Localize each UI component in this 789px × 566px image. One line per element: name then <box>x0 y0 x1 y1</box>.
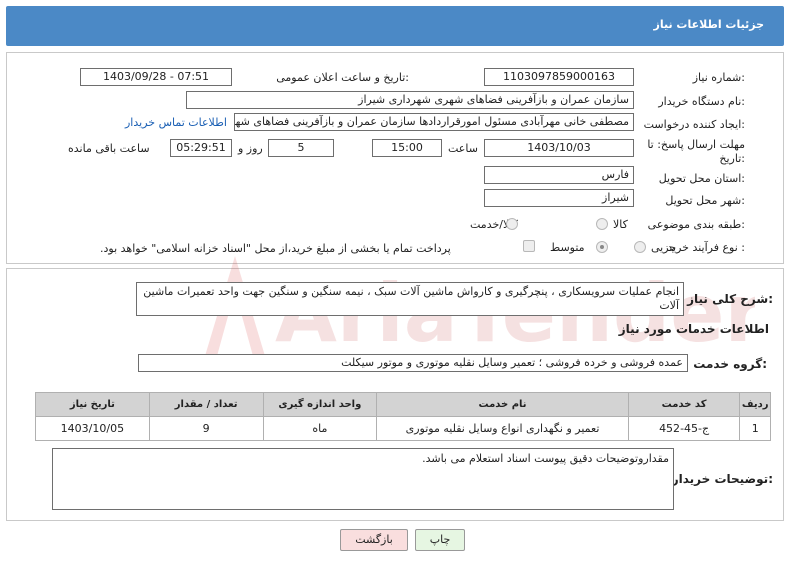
need-number-label: شماره نیاز: <box>692 71 745 84</box>
column-header-quantity: تعداد / مقدار <box>148 392 264 417</box>
treasury-payment-checkbox[interactable] <box>523 240 535 252</box>
buyer-notes-label: توضیحات خریدار: <box>671 472 773 486</box>
cell-unit: ماه <box>262 416 378 441</box>
deadline-time-label: ساعت <box>448 142 478 155</box>
print-button[interactable]: چاپ <box>415 529 465 551</box>
service-group-label: گروه خدمت: <box>693 357 767 371</box>
days-remaining-field: 5 <box>268 139 334 157</box>
creator-label: ایجاد کننده درخواست: <box>643 118 745 131</box>
deadline-label: مهلت ارسال پاسخ: تا <box>647 138 745 151</box>
process-option-minor-label: جزیی <box>651 241 677 254</box>
treasury-payment-note: پرداخت تمام یا بخشی از مبلغ خرید،از محل … <box>100 242 451 255</box>
province-field: فارس <box>484 166 634 184</box>
cell-service-code: ج-45-452 <box>627 416 741 441</box>
remaining-time-label: ساعت باقی مانده <box>68 142 150 155</box>
page-title: جزئیات اطلاعات نیاز <box>653 18 765 31</box>
table-row: 1 ج-45-452 تعمیر و نگهداری انواع وسایل ن… <box>35 416 771 441</box>
remaining-time-field: 05:29:51 <box>170 139 232 157</box>
buyer-notes-textarea: مقداروتوضیحات دقیق پیوست اسناد استعلام م… <box>52 448 674 510</box>
cell-row-number: 1 <box>739 416 771 441</box>
page-header: جزئیات اطلاعات نیاز <box>6 6 784 46</box>
cell-service-name: تعمیر و نگهداری انواع وسایل نقلیه موتوری <box>376 416 629 441</box>
province-label: استان محل تحویل: <box>658 172 745 185</box>
city-label: شهر محل تحویل: <box>665 194 745 207</box>
summary-textarea: انجام عملیات سرویسکاری ، پنچرگیری و کارو… <box>136 282 684 316</box>
summary-label: شرح کلی نیاز: <box>687 292 773 306</box>
category-option-goods-radio[interactable] <box>596 218 608 230</box>
announce-date-field: 1403/09/28 - 07:51 <box>80 68 232 86</box>
creator-field: مصطفی خانی مهرآبادی مسئول امورقراردادها … <box>234 113 634 131</box>
column-header-need-date: تاریخ نیاز <box>35 392 150 417</box>
process-type-label: نوع فرآیند خرید : <box>667 241 745 254</box>
contact-info-link[interactable]: اطلاعات تماس خریدار <box>125 116 227 129</box>
services-table: ردیف کد خدمت نام خدمت واحد اندازه گیری ت… <box>35 392 771 441</box>
column-header-service-code: کد خدمت <box>627 392 741 417</box>
need-number-field: 1103097859000163 <box>484 68 634 86</box>
buyer-org-label: نام دستگاه خریدار: <box>658 95 745 108</box>
back-button[interactable]: بازگشت <box>340 529 408 551</box>
category-label: طبقه بندی موضوعی: <box>647 218 745 231</box>
deadline-date-label: تاریخ: <box>719 152 745 165</box>
process-option-minor-radio[interactable] <box>634 241 646 253</box>
table-header-row: ردیف کد خدمت نام خدمت واحد اندازه گیری ت… <box>35 392 771 417</box>
category-option-goods-label: کالا <box>613 218 628 231</box>
column-header-unit: واحد اندازه گیری <box>262 392 378 417</box>
deadline-time-field: 15:00 <box>372 139 442 157</box>
city-field: شیراز <box>484 189 634 207</box>
process-option-medium-label: متوسط <box>550 241 585 254</box>
days-label: روز و <box>238 142 263 155</box>
column-header-row-number: ردیف <box>739 392 771 417</box>
buyer-org-field: سازمان عمران و بازآفرینی فضاهای شهری شهر… <box>186 91 634 109</box>
service-group-field: عمده فروشی و خرده فروشی ؛ تعمیر وسایل نق… <box>138 354 688 372</box>
cell-need-date: 1403/10/05 <box>35 416 150 441</box>
process-option-medium-radio[interactable] <box>596 241 608 253</box>
category-option-goods-service-radio[interactable] <box>506 218 518 230</box>
services-section-title: اطلاعات خدمات مورد نیاز <box>618 322 769 336</box>
deadline-date-field: 1403/10/03 <box>484 139 634 157</box>
column-header-service-name: نام خدمت <box>376 392 629 417</box>
announce-label: تاریخ و ساعت اعلان عمومی: <box>276 71 409 84</box>
cell-quantity: 9 <box>148 416 264 441</box>
